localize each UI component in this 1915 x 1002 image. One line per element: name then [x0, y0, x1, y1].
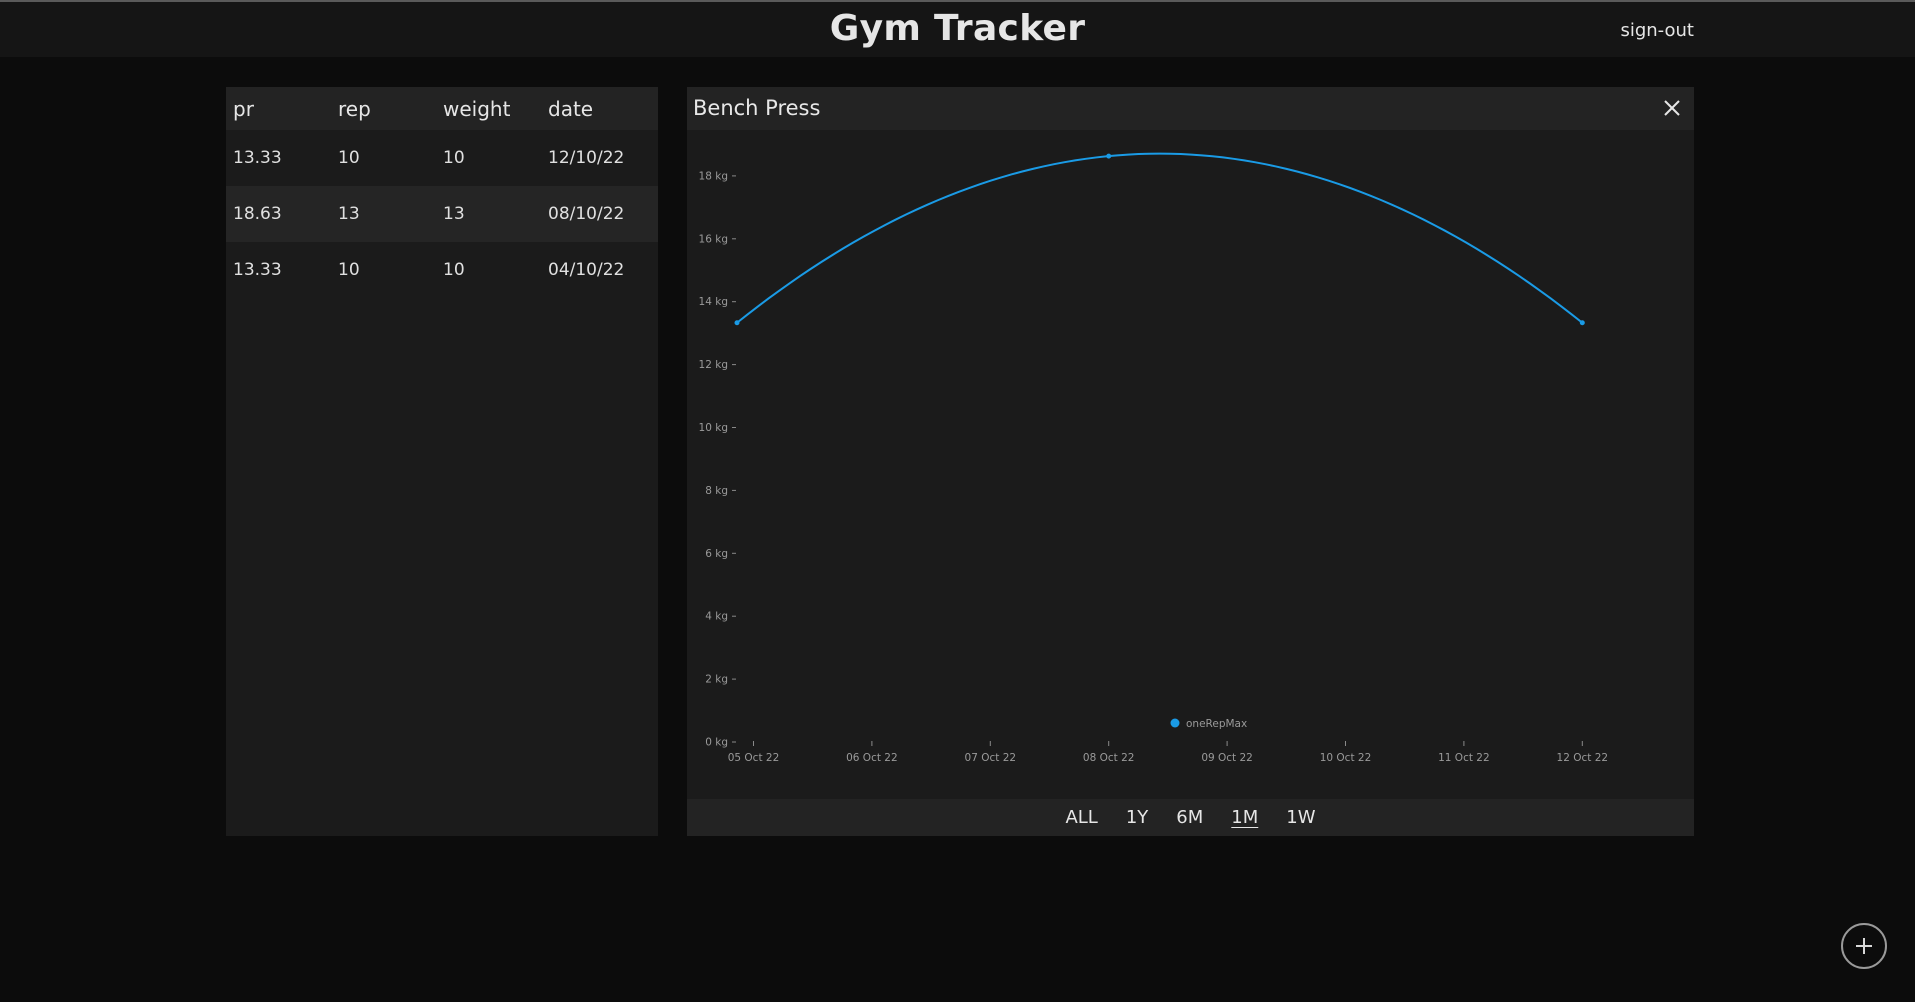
table-header: pr rep weight date — [226, 87, 658, 130]
cell-date: 08/10/22 — [548, 204, 625, 224]
y-axis-tick-label: 2 kg — [705, 674, 728, 686]
y-axis-tick-label: 10 kg — [699, 422, 728, 434]
data-point — [1106, 153, 1112, 159]
cell-date: 04/10/22 — [548, 260, 625, 280]
y-axis-tick-label: 4 kg — [705, 611, 728, 623]
y-axis-tick-label: 8 kg — [705, 485, 728, 497]
cell-rep: 10 — [338, 260, 360, 280]
top-bar: Gym Tracker sign-out — [0, 0, 1915, 57]
legend-marker — [1170, 718, 1180, 728]
table-row[interactable]: 18.63 13 13 08/10/22 — [226, 186, 658, 242]
cell-weight: 13 — [443, 204, 465, 224]
column-header-rep[interactable]: rep — [331, 97, 436, 121]
range-button-6m[interactable]: 6M — [1176, 805, 1203, 830]
cell-rep: 10 — [338, 148, 360, 168]
x-axis-tick-label: 05 Oct 22 — [728, 752, 780, 764]
column-header-pr[interactable]: pr — [226, 97, 331, 121]
data-point — [734, 320, 740, 326]
close-icon[interactable] — [1660, 96, 1684, 120]
data-point — [1579, 320, 1585, 326]
sign-out-link[interactable]: sign-out — [1620, 20, 1694, 41]
cell-pr: 18.63 — [233, 204, 282, 224]
y-axis-tick-label: 6 kg — [705, 548, 728, 560]
y-axis-tick-label: 12 kg — [699, 359, 728, 371]
legend-label: oneRepMax — [1186, 718, 1247, 730]
range-button-1y[interactable]: 1Y — [1126, 805, 1148, 830]
cell-pr: 13.33 — [233, 260, 282, 280]
range-button-1m[interactable]: 1M — [1231, 805, 1258, 830]
y-axis-tick-label: 18 kg — [699, 170, 728, 182]
x-axis-tick-label: 12 Oct 22 — [1557, 752, 1609, 764]
plus-icon — [1856, 938, 1872, 954]
column-header-weight[interactable]: weight — [436, 97, 541, 121]
series-line-onerepmax — [736, 152, 1583, 324]
chart-header: Bench Press — [687, 87, 1694, 130]
cell-rep: 13 — [338, 204, 360, 224]
pr-table: pr rep weight date 13.33 10 10 12/10/22 … — [226, 87, 658, 836]
x-axis-tick-label: 08 Oct 22 — [1083, 752, 1135, 764]
x-axis-tick-label: 10 Oct 22 — [1320, 752, 1372, 764]
cell-weight: 10 — [443, 260, 465, 280]
table-row[interactable]: 13.33 10 10 04/10/22 — [226, 242, 658, 298]
chart-panel: Bench Press 0 kg 2 kg 4 kg 6 kg 8 kg 10 kg 12 … — [687, 87, 1694, 836]
range-button-1w[interactable]: 1W — [1286, 805, 1315, 830]
cell-weight: 10 — [443, 148, 465, 168]
y-axis-tick-label: 0 kg — [705, 737, 728, 749]
add-entry-button[interactable] — [1841, 923, 1887, 969]
y-axis-tick-label: 14 kg — [699, 296, 728, 308]
cell-pr: 13.33 — [233, 148, 282, 168]
table-row[interactable]: 13.33 10 10 12/10/22 — [226, 130, 658, 186]
range-selector: ALL 1Y 6M 1M 1W — [687, 799, 1694, 836]
x-axis-tick-label: 09 Oct 22 — [1201, 752, 1253, 764]
range-button-all[interactable]: ALL — [1065, 805, 1097, 830]
x-axis-tick-label: 11 Oct 22 — [1438, 752, 1490, 764]
y-axis-tick-label: 16 kg — [699, 233, 728, 245]
x-axis-tick-label: 07 Oct 22 — [965, 752, 1017, 764]
x-axis-tick-label: 06 Oct 22 — [846, 752, 898, 764]
chart-title: Bench Press — [693, 96, 821, 120]
one-rep-max-chart: 0 kg 2 kg 4 kg 6 kg 8 kg 10 kg 12 kg 14 kg 16 kg… — [699, 152, 1609, 764]
cell-date: 12/10/22 — [548, 148, 625, 168]
column-header-date[interactable]: date — [541, 97, 658, 121]
